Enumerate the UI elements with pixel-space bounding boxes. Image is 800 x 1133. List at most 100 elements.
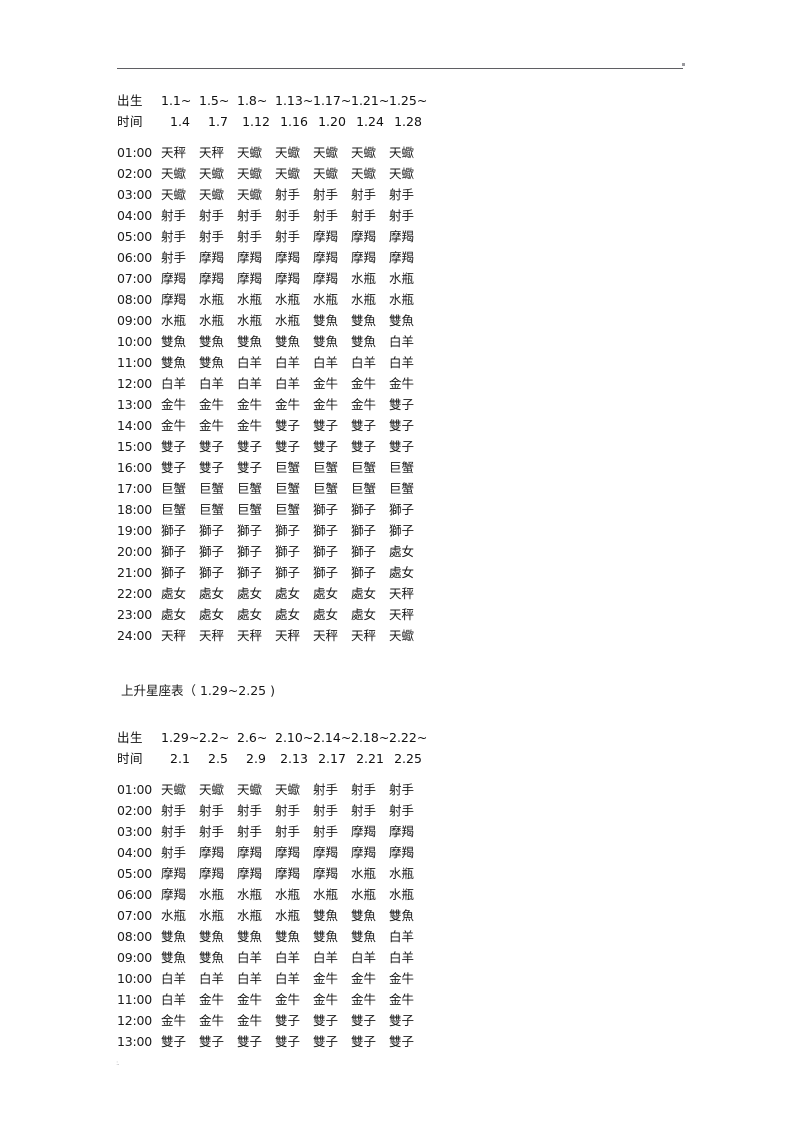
zodiac-sign-cell: 水瓶 (161, 313, 187, 328)
date-range-cell: 1.5~ (199, 93, 230, 108)
zodiac-sign-cell: 摩羯 (351, 845, 377, 860)
table2-time-range-header: 时间 2.1 2.5 2.9 2.13 2.17 2.21 2.25 (117, 748, 717, 769)
zodiac-sign-cell: 白羊 (275, 355, 301, 370)
hour-cell: 02:00 (117, 166, 153, 181)
zodiac-sign-cell: 射手 (389, 208, 415, 223)
ascendant-table-1: 01:00 天秤 天秤 天蠍 天蠍 天蠍 天蠍 天蠍 02:00 天蠍 天蠍 天蠍 天蠍 天蠍 天蠍 天蠍 03… (117, 142, 427, 646)
zodiac-sign-cell: 獅子 (199, 523, 225, 538)
zodiac-sign-cell: 天蠍 (161, 166, 187, 181)
zodiac-sign-cell: 雙魚 (351, 908, 377, 923)
table-row: 04:00 射手 射手 射手 射手 射手 射手 射手 (117, 205, 427, 226)
date-range-cell: 1.28 (394, 114, 422, 129)
table-row: 11:00 雙魚 雙魚 白羊 白羊 白羊 白羊 白羊 (117, 352, 427, 373)
zodiac-sign-cell: 水瓶 (199, 292, 225, 307)
zodiac-sign-cell: 雙子 (313, 439, 339, 454)
zodiac-sign-cell: 巨蟹 (199, 481, 225, 496)
zodiac-sign-cell: 雙子 (199, 460, 225, 475)
zodiac-sign-cell: 射手 (313, 187, 339, 202)
date-range-cell: 2.18~ (351, 730, 390, 745)
zodiac-sign-cell: 白羊 (161, 992, 187, 1007)
zodiac-sign-cell: 雙子 (237, 460, 263, 475)
zodiac-sign-cell: 射手 (351, 803, 377, 818)
zodiac-sign-cell: 天蠍 (275, 782, 301, 797)
zodiac-sign-cell: 雙子 (351, 418, 377, 433)
zodiac-sign-cell: 射手 (161, 229, 187, 244)
table-row: 13:00 金牛 金牛 金牛 金牛 金牛 金牛 雙子 (117, 394, 427, 415)
table-row: 22:00 處女 處女 處女 處女 處女 處女 天秤 (117, 583, 427, 604)
hour-cell: 01:00 (117, 145, 153, 160)
table-row: 12:00 白羊 白羊 白羊 白羊 金牛 金牛 金牛 (117, 373, 427, 394)
zodiac-sign-cell: 射手 (237, 229, 263, 244)
zodiac-sign-cell: 水瓶 (351, 271, 377, 286)
zodiac-sign-cell: 白羊 (199, 971, 225, 986)
zodiac-sign-cell: 雙子 (313, 1034, 339, 1049)
table-row: 11:00 白羊 金牛 金牛 金牛 金牛 金牛 金牛 (117, 989, 427, 1010)
zodiac-sign-cell: 雙子 (275, 439, 301, 454)
table-row: 07:00 摩羯 摩羯 摩羯 摩羯 摩羯 水瓶 水瓶 (117, 268, 427, 289)
zodiac-sign-cell: 摩羯 (275, 250, 301, 265)
zodiac-sign-cell: 雙魚 (199, 355, 225, 370)
date-range-cell: 1.16 (280, 114, 308, 129)
date-range-cell: 2.1 (170, 751, 190, 766)
zodiac-sign-cell: 天蠍 (199, 782, 225, 797)
date-range-cell: 2.6~ (237, 730, 268, 745)
hour-cell: 02:00 (117, 803, 153, 818)
date-range-cell: 2.2~ (199, 730, 230, 745)
table-row: 12:00 金牛 金牛 金牛 雙子 雙子 雙子 雙子 (117, 1010, 427, 1031)
zodiac-sign-cell: 天蠍 (313, 166, 339, 181)
zodiac-sign-cell: 水瓶 (237, 908, 263, 923)
footer-mark: :. (116, 1059, 119, 1067)
table-row: 21:00 獅子 獅子 獅子 獅子 獅子 獅子 處女 (117, 562, 427, 583)
hour-cell: 08:00 (117, 929, 153, 944)
table-row: 13:00 雙子 雙子 雙子 雙子 雙子 雙子 雙子 (117, 1031, 427, 1052)
table-row: 03:00 射手 射手 射手 射手 射手 摩羯 摩羯 (117, 821, 427, 842)
zodiac-sign-cell: 射手 (351, 208, 377, 223)
zodiac-sign-cell: 摩羯 (389, 229, 415, 244)
zodiac-sign-cell: 金牛 (351, 376, 377, 391)
zodiac-sign-cell: 射手 (275, 187, 301, 202)
date-range-cell: 2.25 (394, 751, 422, 766)
zodiac-sign-cell: 水瓶 (313, 887, 339, 902)
zodiac-sign-cell: 巨蟹 (275, 460, 301, 475)
zodiac-sign-cell: 摩羯 (237, 845, 263, 860)
table-row: 03:00 天蠍 天蠍 天蠍 射手 射手 射手 射手 (117, 184, 427, 205)
hour-cell: 11:00 (117, 355, 153, 370)
zodiac-sign-cell: 天蠍 (275, 166, 301, 181)
zodiac-sign-cell: 金牛 (199, 418, 225, 433)
zodiac-sign-cell: 天蠍 (237, 187, 263, 202)
zodiac-sign-cell: 天秤 (237, 628, 263, 643)
zodiac-sign-cell: 水瓶 (275, 292, 301, 307)
table2-time-label: 时间 (117, 751, 144, 766)
hour-cell: 07:00 (117, 271, 153, 286)
zodiac-sign-cell: 摩羯 (313, 229, 339, 244)
zodiac-sign-cell: 天蠍 (275, 145, 301, 160)
table-row: 10:00 雙魚 雙魚 雙魚 雙魚 雙魚 雙魚 白羊 (117, 331, 427, 352)
zodiac-sign-cell: 天蠍 (237, 166, 263, 181)
table-row: 05:00 射手 射手 射手 射手 摩羯 摩羯 摩羯 (117, 226, 427, 247)
zodiac-sign-cell: 射手 (237, 208, 263, 223)
zodiac-sign-cell: 雙魚 (161, 950, 187, 965)
zodiac-sign-cell: 天蠍 (351, 145, 377, 160)
zodiac-sign-cell: 天秤 (275, 628, 301, 643)
zodiac-sign-cell: 巨蟹 (275, 502, 301, 517)
zodiac-sign-cell: 天蠍 (199, 166, 225, 181)
zodiac-sign-cell: 射手 (351, 187, 377, 202)
zodiac-sign-cell: 射手 (351, 782, 377, 797)
table2-birth-range-cells: 1.29~2.2~ 2.6~ 2.10~2.14~2.18~2.22~ (161, 727, 427, 748)
zodiac-sign-cell: 雙子 (351, 439, 377, 454)
zodiac-sign-cell: 摩羯 (313, 845, 339, 860)
zodiac-sign-cell: 射手 (161, 845, 187, 860)
table-row: 01:00 天蠍 天蠍 天蠍 天蠍 射手 射手 射手 (117, 779, 427, 800)
zodiac-sign-cell: 雙子 (389, 439, 415, 454)
zodiac-sign-cell: 獅子 (351, 502, 377, 517)
zodiac-sign-cell: 雙子 (199, 439, 225, 454)
table-row: 05:00 摩羯 摩羯 摩羯 摩羯 摩羯 水瓶 水瓶 (117, 863, 427, 884)
zodiac-sign-cell: 摩羯 (389, 845, 415, 860)
zodiac-sign-cell: 雙魚 (199, 929, 225, 944)
zodiac-sign-cell: 天蠍 (389, 628, 415, 643)
zodiac-sign-cell: 摩羯 (275, 845, 301, 860)
zodiac-sign-cell: 射手 (275, 229, 301, 244)
zodiac-sign-cell: 處女 (275, 586, 301, 601)
hour-cell: 17:00 (117, 481, 153, 496)
zodiac-sign-cell: 白羊 (389, 950, 415, 965)
